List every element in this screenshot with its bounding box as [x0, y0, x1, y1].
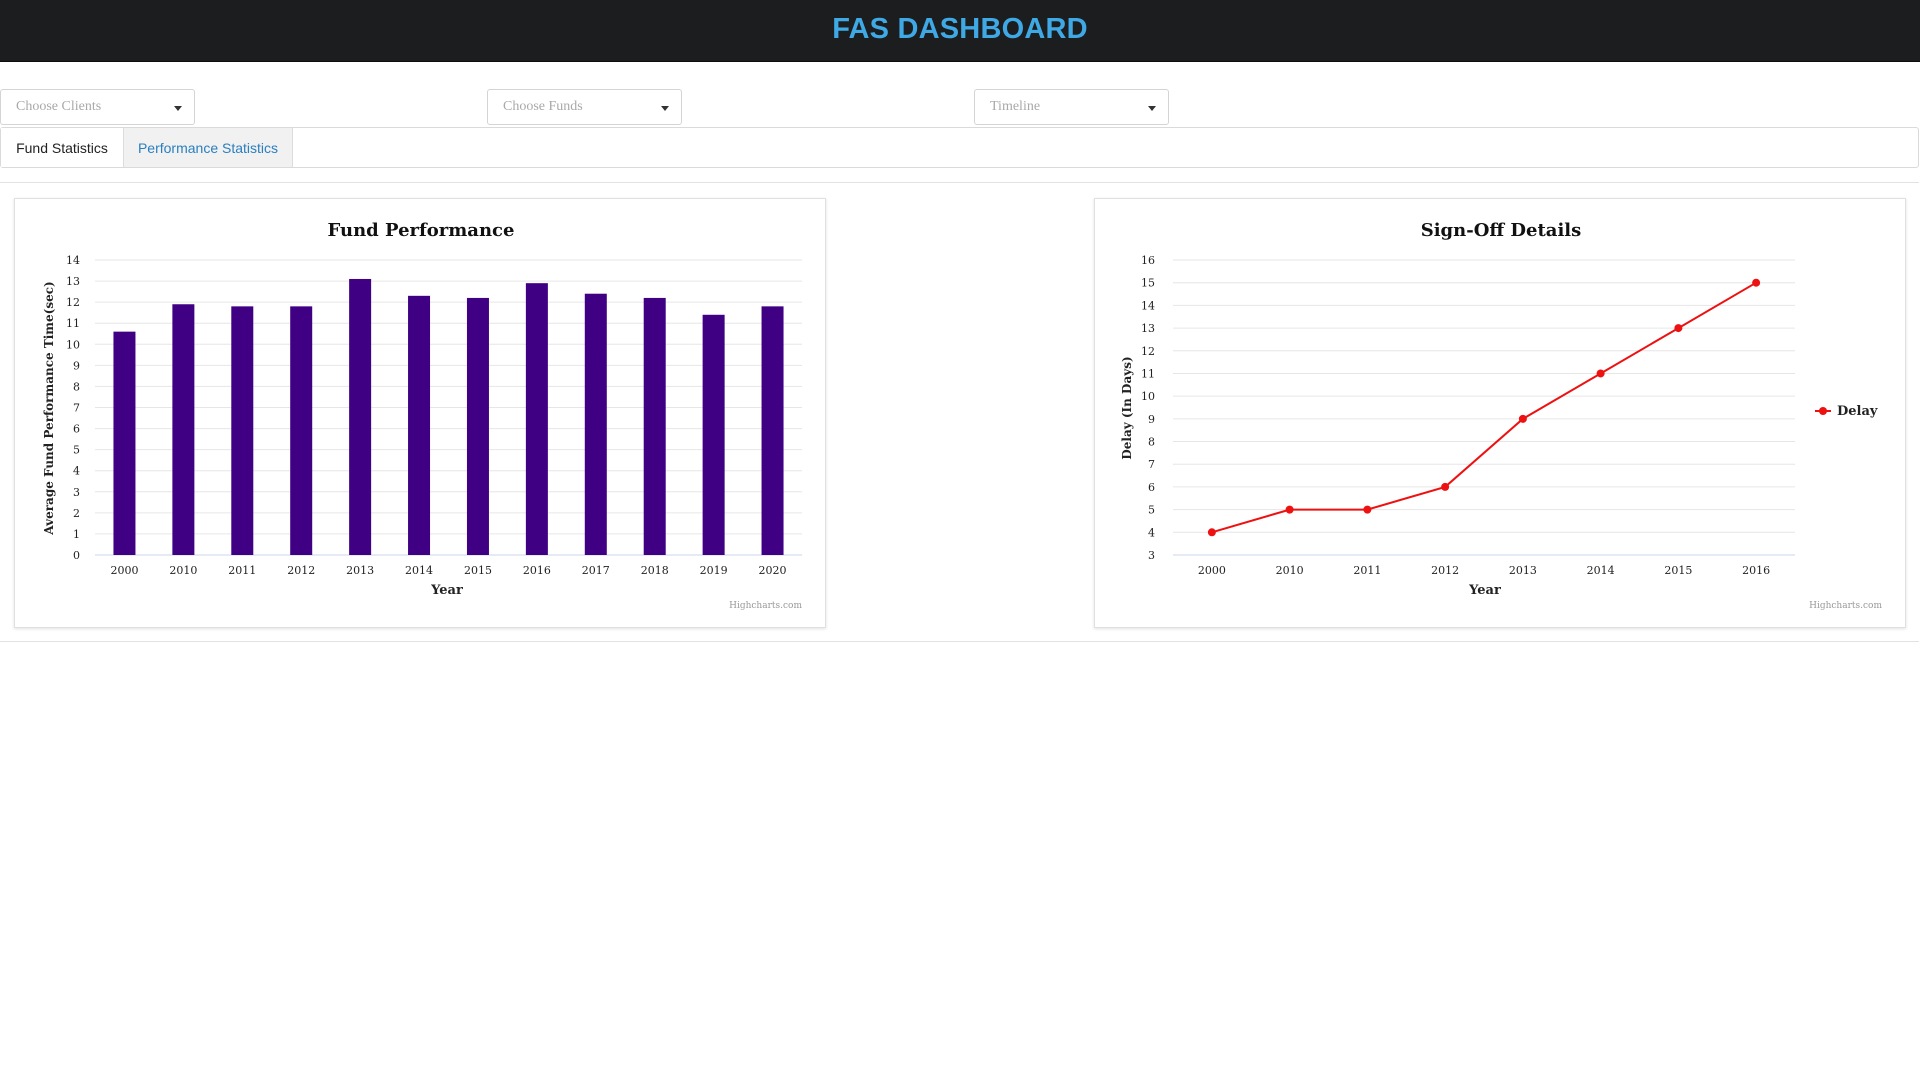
data-point[interactable]: [1518, 414, 1527, 423]
bar[interactable]: [349, 278, 372, 555]
x-tick-label: 2020: [759, 564, 787, 577]
y-tick-label: 4: [1148, 526, 1155, 539]
y-tick-label: 13: [66, 275, 80, 288]
data-point[interactable]: [1674, 324, 1683, 333]
tab-fund-statistics[interactable]: Fund Statistics: [1, 128, 123, 167]
chevron-down-icon: [1148, 106, 1156, 111]
y-tick-label: 14: [1141, 299, 1155, 312]
y-tick-label: 6: [73, 423, 80, 436]
y-tick-label: 10: [1141, 390, 1155, 403]
chevron-down-icon: [174, 106, 182, 111]
clients-dropdown-placeholder: Choose Clients: [16, 99, 102, 114]
x-tick-label: 2015: [1664, 564, 1692, 577]
y-tick-label: 12: [66, 296, 80, 309]
app-header: FAS DASHBOARD: [0, 0, 1920, 62]
timeline-dropdown-placeholder: Timeline: [990, 99, 1041, 114]
bar[interactable]: [290, 306, 313, 555]
y-tick-label: 11: [66, 317, 80, 330]
y-tick-label: 13: [1141, 322, 1155, 335]
x-tick-label: 2012: [1431, 564, 1459, 577]
x-tick-label: 2014: [1587, 564, 1615, 577]
y-axis-title: Average Fund Performance Time(sec): [42, 281, 56, 535]
y-tick-label: 3: [1148, 549, 1155, 562]
credits-link[interactable]: Highcharts.com: [1809, 601, 1882, 611]
series-line-delay: [1211, 281, 1757, 534]
bar[interactable]: [643, 297, 666, 555]
x-tick-label: 2017: [582, 564, 610, 577]
x-tick-label: 2014: [405, 564, 433, 577]
sign-off-details-chart-card: Sign-Off Details 3 4 5 6 7 8 9 10 11 12 13 14 15 16 2…: [1094, 198, 1906, 628]
y-tick-label: 8: [1148, 436, 1155, 449]
bar[interactable]: [584, 293, 607, 555]
y-tick-label: 16: [1141, 254, 1155, 267]
funds-dropdown-placeholder: Choose Funds: [503, 99, 583, 114]
data-point[interactable]: [1752, 278, 1761, 287]
x-tick-label: 2010: [1276, 564, 1304, 577]
funds-dropdown[interactable]: Choose Funds: [487, 89, 682, 125]
x-tick-label: 2019: [700, 564, 728, 577]
x-tick-label: 2011: [1353, 564, 1381, 577]
y-tick-label: 9: [73, 359, 80, 372]
x-tick-label: 2015: [464, 564, 492, 577]
x-tick-label: 2016: [1742, 564, 1770, 577]
x-tick-label: 2013: [1509, 564, 1537, 577]
y-tick-label: 10: [66, 338, 80, 351]
timeline-dropdown[interactable]: Timeline: [974, 89, 1169, 125]
data-point[interactable]: [1441, 482, 1450, 491]
x-tick-label: 2016: [523, 564, 551, 577]
legend-series-name: Delay: [1837, 404, 1878, 419]
chart-title: Sign-Off Details: [1421, 220, 1582, 241]
bar[interactable]: [113, 331, 136, 555]
y-tick-label: 2: [73, 507, 80, 520]
x-tick-label: 2010: [169, 564, 197, 577]
bar[interactable]: [231, 306, 254, 555]
clients-dropdown[interactable]: Choose Clients: [0, 89, 195, 125]
chevron-down-icon: [661, 106, 669, 111]
app-title: FAS DASHBOARD: [832, 13, 1088, 45]
data-point[interactable]: [1596, 369, 1605, 378]
chart-title: Fund Performance: [328, 220, 515, 241]
y-tick-label: 11: [1141, 367, 1155, 380]
bar[interactable]: [702, 314, 725, 555]
y-tick-label: 4: [73, 465, 80, 478]
data-point[interactable]: [1363, 505, 1372, 514]
bar[interactable]: [525, 283, 548, 555]
legend-series-marker: [1819, 407, 1827, 415]
x-tick-label: 2000: [1198, 564, 1226, 577]
y-tick-label: 9: [1148, 413, 1155, 426]
y-tick-label: 15: [1141, 277, 1155, 290]
bar[interactable]: [761, 306, 784, 555]
fund-performance-chart: Fund Performance 01234567891011121314 20…: [42, 220, 802, 611]
x-tick-label: 2018: [641, 564, 669, 577]
x-axis-title: Year: [1468, 583, 1501, 598]
y-tick-label: 5: [73, 444, 80, 457]
x-tick-label: 2000: [110, 564, 138, 577]
y-axis-title: Delay (In Days): [1120, 356, 1134, 459]
y-tick-label: 3: [73, 486, 80, 499]
sign-off-details-chart: Sign-Off Details 3 4 5 6 7 8 9 10 11 12 13 14 15 16 2…: [1120, 220, 1882, 611]
y-tick-label: 7: [73, 402, 80, 415]
y-tick-label: 6: [1148, 481, 1155, 494]
y-tick-label: 8: [73, 380, 80, 393]
x-axis-title: Year: [430, 583, 463, 598]
tab-performance-statistics[interactable]: Performance Statistics: [123, 128, 293, 167]
fund-performance-chart-card: Fund Performance 0 1 2 3 4 5 6 7 8 9 10 11 12 13 14 20…: [14, 198, 826, 628]
data-point[interactable]: [1285, 505, 1294, 514]
y-tick-label: 12: [1141, 345, 1155, 358]
y-tick-label: 7: [1148, 458, 1155, 471]
bar[interactable]: [172, 304, 195, 555]
bar[interactable]: [408, 295, 431, 555]
data-point[interactable]: [1207, 528, 1216, 537]
x-tick-label: 2011: [228, 564, 256, 577]
y-tick-label: 5: [1148, 504, 1155, 517]
y-tick-label: 14: [66, 254, 80, 267]
y-tick-label: 1: [73, 528, 80, 541]
bar[interactable]: [466, 297, 489, 555]
y-tick-label: 0: [73, 549, 80, 562]
x-tick-label: 2012: [287, 564, 315, 577]
chart-legend[interactable]: Delay: [1815, 404, 1878, 419]
x-tick-label: 2013: [346, 564, 374, 577]
tab-bar: Fund Statistics Performance Statistics: [0, 127, 1919, 168]
credits-link[interactable]: Highcharts.com: [729, 601, 802, 611]
